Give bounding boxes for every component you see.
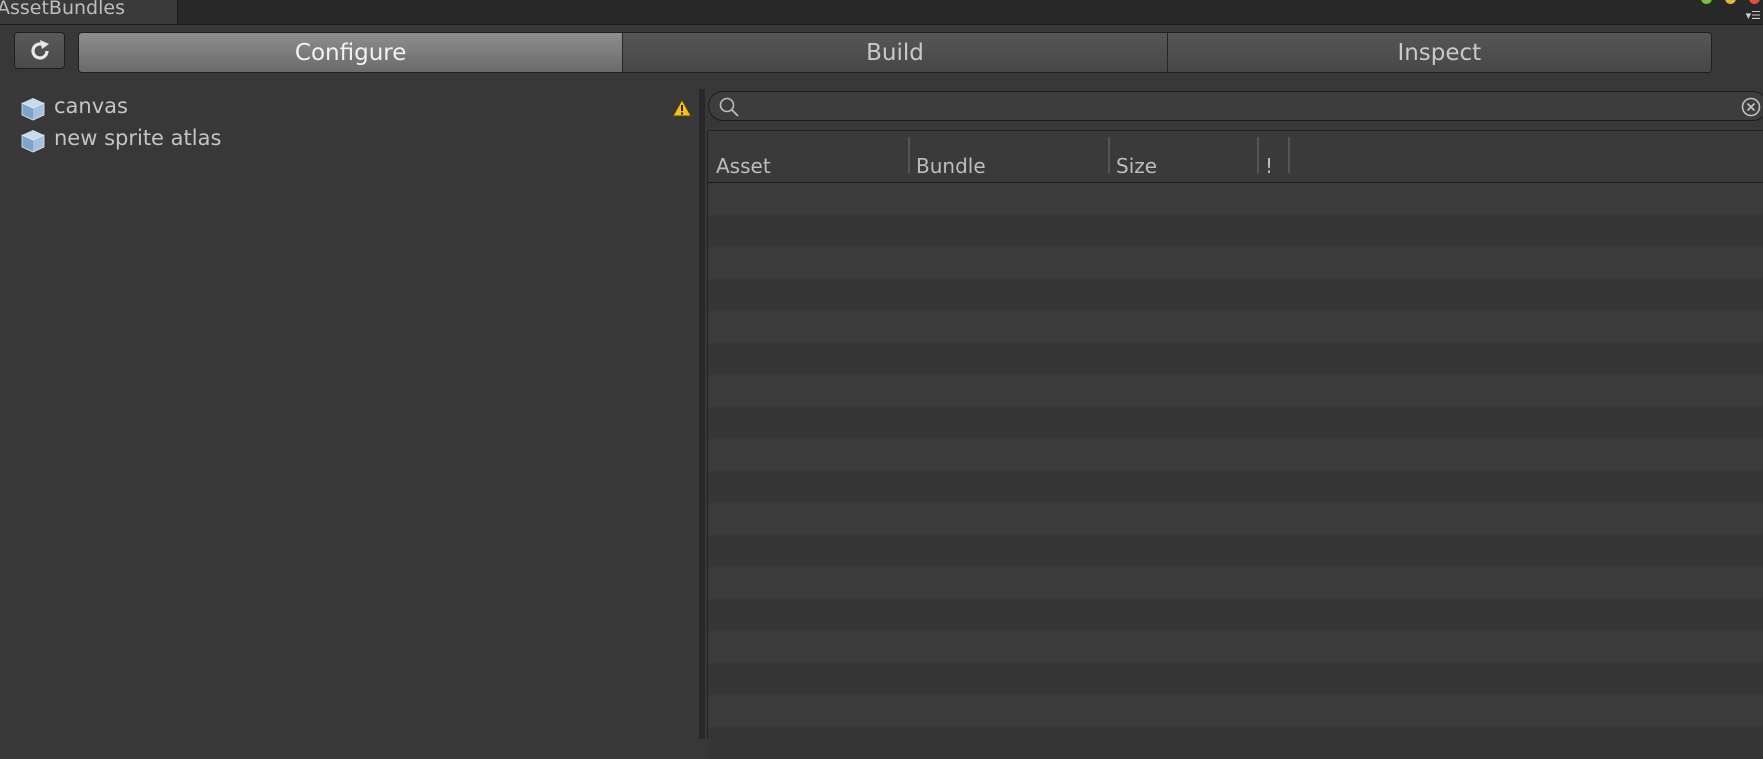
tab-configure[interactable]: Configure (79, 33, 624, 72)
refresh-button[interactable] (14, 32, 65, 69)
bundle-cube-icon (21, 130, 45, 153)
clear-search-icon[interactable] (1741, 97, 1761, 117)
bundle-item-label: canvas (54, 94, 128, 118)
column-header-warning[interactable]: ! (1257, 131, 1290, 182)
asset-table: Asset Bundle Size ! (707, 130, 1763, 759)
search-icon (719, 97, 739, 117)
bundle-item-canvas[interactable]: canvas (0, 92, 699, 122)
toolbar: Configure Build Inspect (0, 25, 1763, 82)
table-row (708, 215, 1763, 247)
table-row (708, 343, 1763, 375)
search-input[interactable] (747, 94, 1731, 120)
column-header-bundle[interactable]: Bundle (908, 131, 1110, 182)
mode-tabs: Configure Build Inspect (78, 32, 1712, 73)
column-header-label: Size (1116, 154, 1158, 178)
table-row (708, 247, 1763, 279)
tab-inspect[interactable]: Inspect (1167, 33, 1711, 72)
table-body (708, 183, 1763, 759)
table-row (708, 439, 1763, 471)
bundle-item-new-sprite-atlas[interactable]: new sprite atlas (0, 124, 699, 154)
table-row (708, 183, 1763, 215)
column-header-size[interactable]: Size (1108, 131, 1259, 182)
tab-build[interactable]: Build (623, 33, 1168, 72)
table-header: Asset Bundle Size ! (708, 131, 1763, 183)
assetbundles-tab[interactable]: AssetBundles (0, 0, 178, 24)
warning-icon (672, 99, 692, 117)
column-header-label: Asset (716, 154, 771, 178)
table-row (708, 535, 1763, 567)
table-row (708, 727, 1763, 759)
tab-menu-icon[interactable]: ▾☰ (1743, 10, 1761, 22)
table-row (708, 311, 1763, 343)
table-row (708, 407, 1763, 439)
table-row (708, 503, 1763, 535)
search-field[interactable] (708, 91, 1763, 121)
table-row (708, 663, 1763, 695)
column-header-label: ! (1265, 154, 1274, 178)
table-row (708, 471, 1763, 503)
table-row (708, 567, 1763, 599)
table-row (708, 279, 1763, 311)
editor-tab-bar: AssetBundles ▾☰ (0, 0, 1763, 25)
table-row (708, 631, 1763, 663)
table-row (708, 375, 1763, 407)
bundle-cube-icon (21, 98, 45, 121)
column-header-label: Bundle (916, 154, 986, 178)
table-row (708, 599, 1763, 631)
column-header-asset[interactable]: Asset (708, 131, 910, 182)
close-dot-icon[interactable] (1749, 0, 1760, 4)
bundle-list-panel: canvas new sprite atlas (0, 89, 700, 739)
bundle-item-label: new sprite atlas (54, 126, 222, 150)
maximize-dot-icon[interactable] (1701, 0, 1712, 4)
asset-list-panel: Asset Bundle Size ! (705, 89, 1763, 759)
tab-title: AssetBundles (0, 0, 125, 19)
table-row (708, 695, 1763, 727)
minimize-dot-icon[interactable] (1725, 0, 1736, 4)
refresh-icon (30, 39, 49, 60)
